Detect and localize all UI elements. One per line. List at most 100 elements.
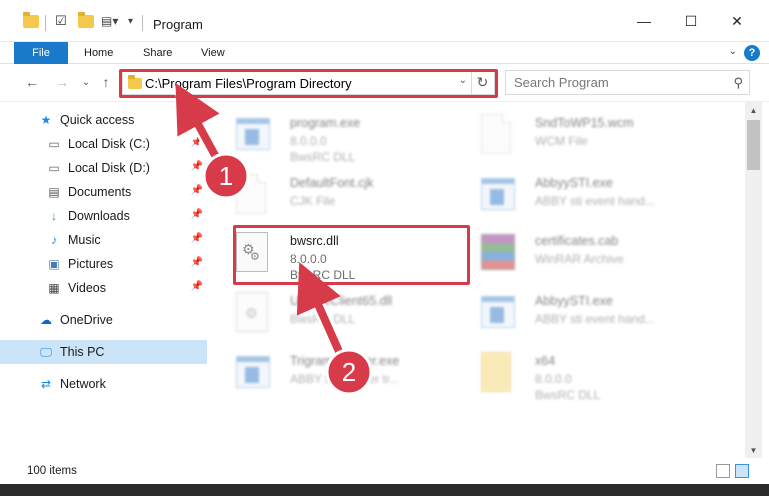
document-icon (481, 114, 517, 158)
forward-button[interactable]: → (52, 72, 72, 92)
file-item[interactable]: TrigramInstaller.exe ABBY finereader tr.… (208, 348, 438, 408)
nav-network[interactable]: ⇄ Network (0, 372, 207, 396)
music-icon: ♪ (51, 233, 57, 247)
file-highlight-box (233, 225, 470, 285)
nav-item-local-disk-d[interactable]: ▭ Local Disk (D:) 📌 (0, 156, 207, 180)
address-highlight-box (119, 69, 498, 98)
scroll-down-icon[interactable]: ▼ (745, 442, 762, 458)
file-item[interactable]: DefaultFont.cjk CJK File (208, 170, 438, 230)
customize-quick-access-icon[interactable]: ▤▾ (101, 12, 118, 30)
nav-item-music[interactable]: ♪ Music 📌 (0, 228, 207, 252)
new-folder-icon[interactable] (78, 11, 94, 30)
file-version: 8.0.0.0 (535, 372, 572, 386)
item-count: 100 items (27, 465, 77, 477)
status-bar: 100 items (0, 458, 769, 484)
network-icon: ⇄ (40, 377, 52, 391)
nav-quick-access[interactable]: ★ Quick access (0, 108, 207, 132)
chevron-down-icon[interactable]: ▾ (128, 12, 133, 30)
up-button[interactable]: ↑ (96, 72, 116, 92)
pin-icon[interactable]: 📌 (191, 281, 203, 292)
file-item[interactable]: AbbyySTI.exe ABBY sti event hand... (453, 170, 683, 230)
tab-view[interactable]: View (201, 42, 225, 64)
nav-item-downloads[interactable]: ↓ Downloads 📌 (0, 204, 207, 228)
pin-icon[interactable]: 📌 (191, 185, 203, 196)
expand-ribbon-icon[interactable]: ⌄ (729, 46, 737, 57)
nav-item-local-disk-c[interactable]: ▭ Local Disk (C:) 📌 (0, 132, 207, 156)
scroll-up-icon[interactable]: ▲ (745, 102, 762, 118)
nav-item-pictures[interactable]: ▣ Pictures 📌 (0, 252, 207, 276)
drive-icon: ▭ (48, 161, 60, 175)
back-button[interactable]: ← (22, 72, 42, 92)
vertical-scrollbar[interactable]: ▲ ▼ (745, 102, 762, 458)
title-bar: ☑ ▤▾ ▾ Program — ☐ ✕ (0, 0, 769, 42)
file-item[interactable]: x64 8.0.0.0 BwsRC DLL (453, 348, 683, 408)
exe-icon (481, 292, 517, 336)
nav-label: Pictures (68, 257, 114, 271)
nav-label: Documents (68, 185, 132, 199)
file-name: AbbyySTI.exe (535, 294, 613, 308)
nav-onedrive[interactable]: ☁ OneDrive (0, 308, 207, 332)
folder-icon (481, 352, 517, 396)
tab-share[interactable]: Share (143, 42, 172, 64)
maximize-button[interactable]: ☐ (679, 10, 703, 32)
file-name: TrigramInstaller.exe (290, 354, 400, 368)
exe-icon (481, 174, 517, 218)
folder-icon (23, 11, 39, 30)
divider (142, 15, 143, 31)
file-item[interactable]: AbbyySTI.exe ABBY sti event hand... (453, 288, 683, 348)
file-name: UpdateClient65.dll (290, 294, 393, 308)
star-icon: ★ (40, 113, 52, 127)
details-view-icon[interactable] (716, 464, 730, 478)
file-item[interactable]: program.exe 8.0.0.0 BwsRC DLL (208, 110, 438, 170)
tab-home[interactable]: Home (84, 42, 113, 64)
nav-label: Local Disk (C:) (68, 137, 150, 151)
exe-icon (236, 114, 272, 158)
file-version: ABBY sti event hand... (535, 194, 655, 208)
cloud-icon: ☁ (40, 313, 52, 327)
recent-locations-button[interactable]: ⌄ (76, 72, 96, 92)
nav-item-documents[interactable]: ▤ Documents 📌 (0, 180, 207, 204)
pin-icon[interactable]: 📌 (191, 137, 203, 148)
nav-label: Quick access (60, 113, 135, 127)
window-title: Program (153, 17, 203, 32)
documents-icon: ▤ (48, 185, 60, 199)
file-name: SndToWP15.wcm (535, 116, 634, 130)
search-icon[interactable]: ⚲ (733, 75, 743, 91)
file-version: BwsRC DLL (290, 312, 356, 326)
dll-gear-icon: ⚙ (236, 292, 272, 336)
file-version: WinRAR Archive (535, 252, 624, 266)
search-input[interactable] (506, 71, 716, 93)
file-item[interactable]: certificates.cab WinRAR Archive (453, 228, 683, 288)
file-version: ABBY sti event hand... (535, 312, 655, 326)
pin-icon[interactable]: 📌 (191, 209, 203, 220)
bottom-strip (0, 484, 769, 496)
file-item[interactable]: ⚙ UpdateClient65.dll BwsRC DLL (208, 288, 438, 348)
file-name: AbbyySTI.exe (535, 176, 613, 190)
nav-item-videos[interactable]: ▦ Videos 📌 (0, 276, 207, 300)
properties-icon[interactable]: ☑ (55, 12, 67, 30)
file-item[interactable]: SndToWP15.wcm WCM File (453, 110, 683, 170)
computer-icon: 🖵 (40, 344, 52, 359)
nav-label: Music (68, 233, 101, 247)
videos-icon: ▦ (48, 281, 60, 295)
drive-icon: ▭ (48, 137, 60, 151)
document-icon (236, 174, 272, 218)
tiles-view-icon[interactable] (735, 464, 749, 478)
winrar-icon (481, 232, 517, 276)
pin-icon[interactable]: 📌 (191, 233, 203, 244)
close-button[interactable]: ✕ (725, 10, 749, 32)
file-description: BwsRC DLL (290, 150, 356, 164)
divider (45, 15, 46, 31)
nav-label: OneDrive (60, 313, 113, 327)
scroll-thumb[interactable] (747, 120, 760, 170)
nav-this-pc[interactable]: 🖵 This PC (0, 340, 207, 364)
pin-icon[interactable]: 📌 (191, 161, 203, 172)
minimize-button[interactable]: — (632, 10, 656, 32)
help-icon[interactable]: ? (744, 45, 760, 61)
nav-label: Network (60, 377, 106, 391)
address-row: ← → ⌄ ↑ C:\Program Files\Program Directo… (0, 64, 769, 102)
pictures-icon: ▣ (48, 257, 60, 271)
pin-icon[interactable]: 📌 (191, 257, 203, 268)
exe-icon (236, 352, 272, 396)
search-box[interactable]: ⚲ (505, 70, 750, 95)
